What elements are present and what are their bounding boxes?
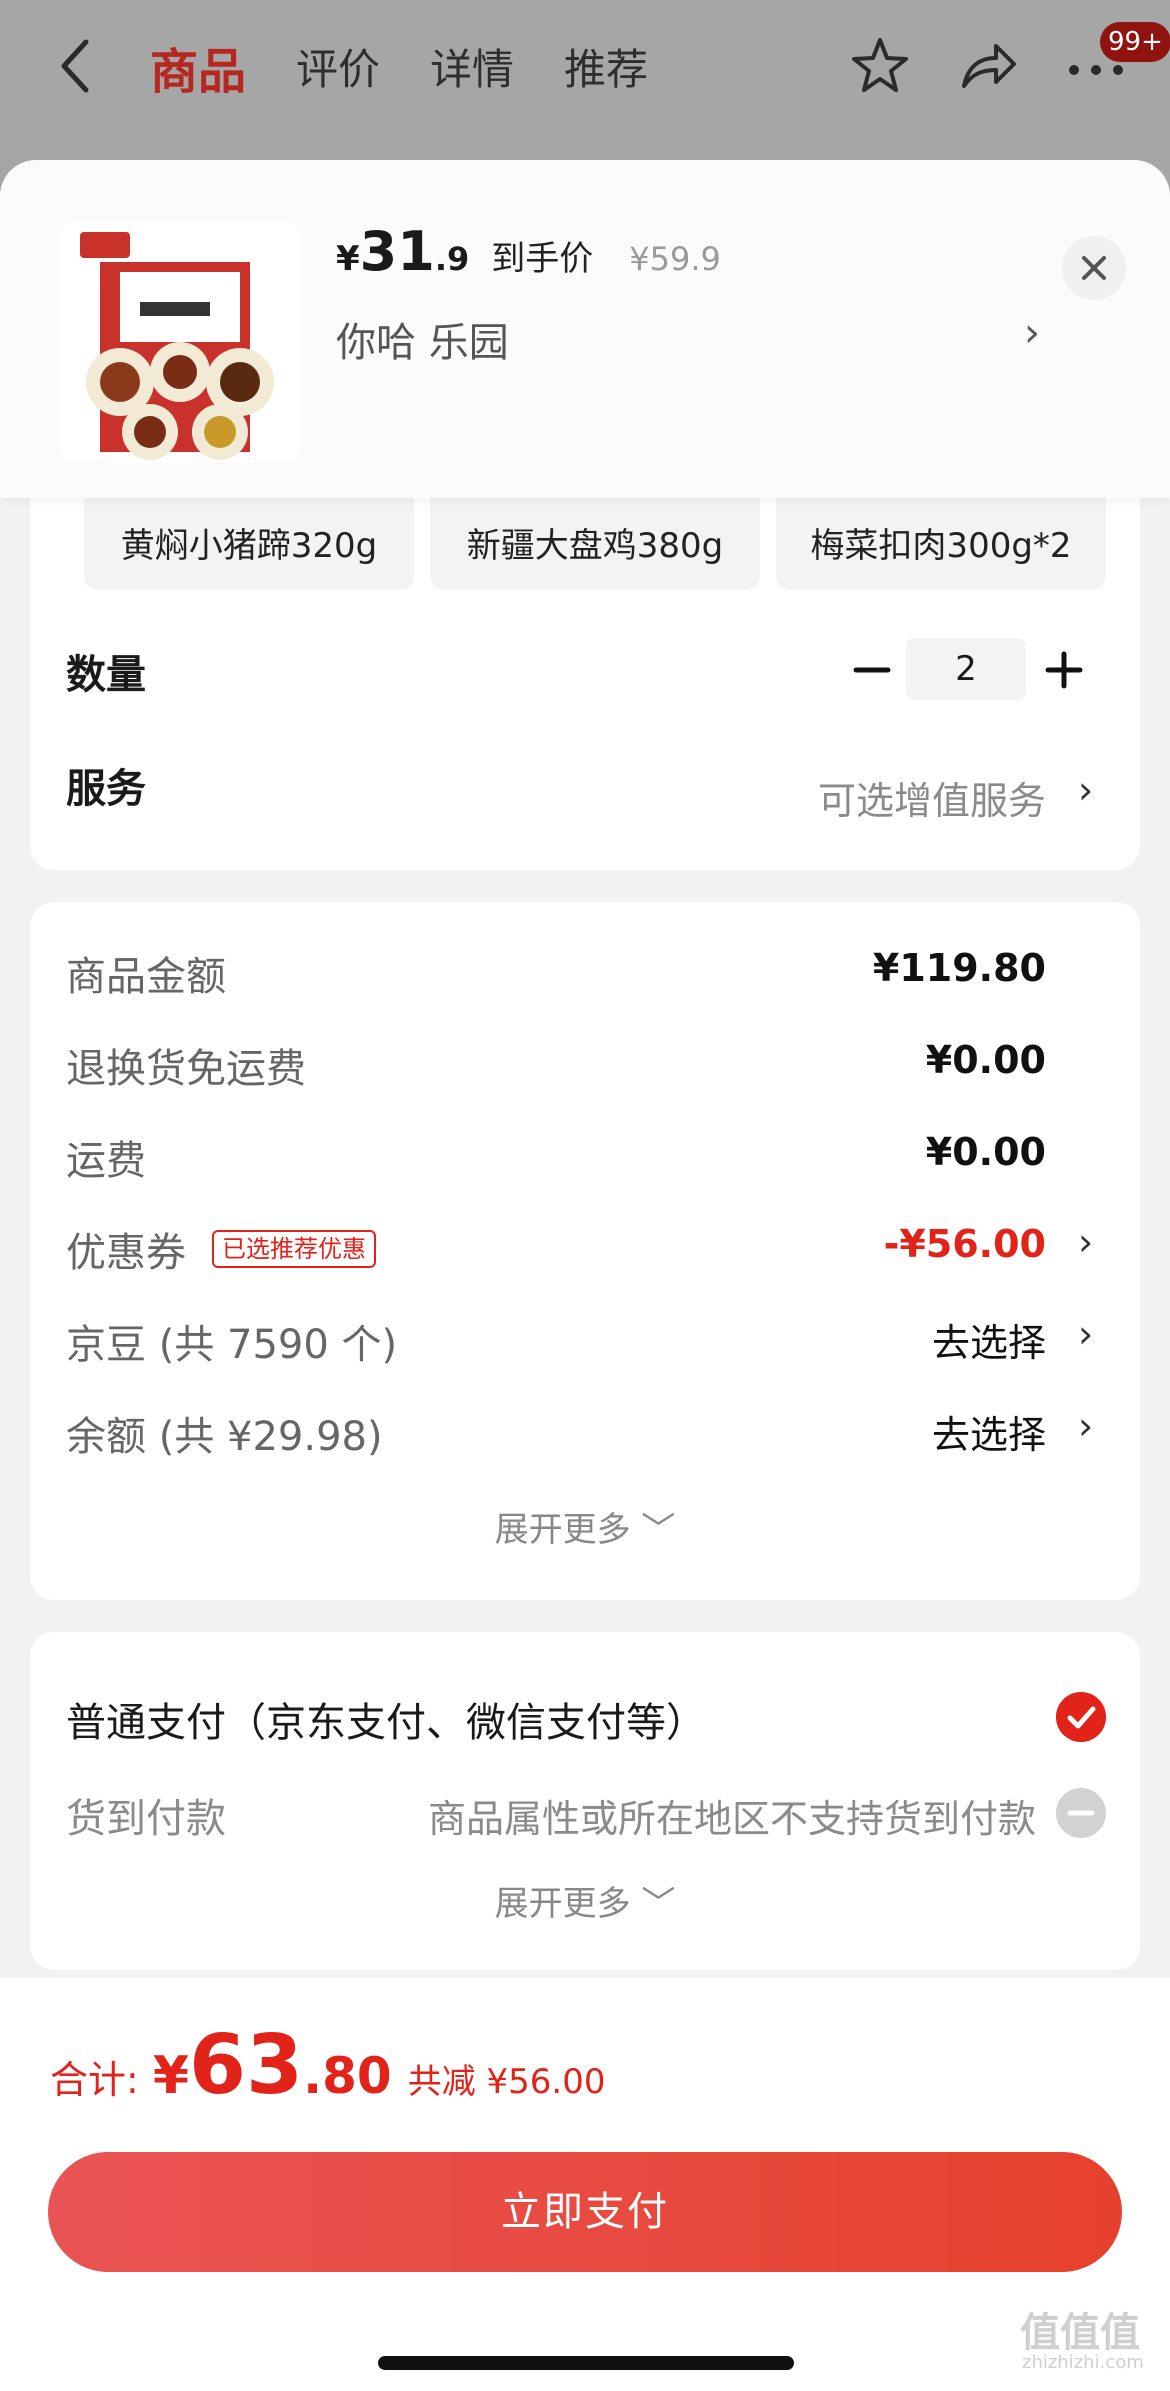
payment-option-cod: 货到付款 [66,1796,226,1842]
price-currency: ¥ [336,239,360,279]
balance-select[interactable]: 去选择 [932,1404,1046,1459]
total-integer: 63 [189,2018,304,2113]
total-currency: ¥ [152,2046,189,2106]
cod-unavailable-note: 商品属性或所在地区不支持货到付款 [427,1797,1036,1841]
service-value[interactable]: 可选增值服务 [818,770,1046,825]
total-price: 合计: ¥ 63 .80 共减 ¥56.00 [50,2018,605,2113]
product-thumbnail [60,222,300,462]
chevron-right-icon[interactable]: › [1078,768,1093,812]
expand-more-link[interactable]: 展开更多 ﹀ [30,1502,1140,1551]
shipping-label: 运费 [66,1138,146,1184]
payment-option-normal[interactable]: 普通支付（京东支付、微信支付等） [66,1690,706,1748]
pay-now-button[interactable]: 立即支付 [48,2152,1122,2272]
payment-method-card: 普通支付（京东支付、微信支付等） 货到付款 商品属性或所在地区不支持货到付款 展… [30,1632,1140,1970]
minus-icon[interactable] [850,648,894,692]
price-decimal: .9 [434,240,470,278]
jingdou-label: 京豆 (共 7590 个) [66,1322,398,1368]
watermark-site: zhizhizhi.com [1022,2352,1144,2373]
total-decimal: .80 [303,2047,392,2105]
price-summary-card: 商品金额 ¥119.80 退换货免运费 ¥0.00 运费 ¥0.00 优惠券 已… [30,902,1140,1600]
original-price: ¥59.9 [629,240,721,278]
option-label: 梅菜扣肉300g*2 [810,526,1072,566]
option-label: 黄焖小猪蹄320g [120,526,378,566]
jingdou-select[interactable]: 去选择 [932,1312,1046,1367]
quantity-input[interactable]: 2 [906,638,1026,700]
checkmark-icon[interactable] [1056,1692,1106,1742]
home-indicator [378,2356,794,2370]
tab-reviews[interactable]: 评价 [296,36,380,97]
tab-product[interactable]: 商品 [150,32,246,102]
goods-amount-label: 商品金额 [66,954,226,1000]
option-label: 新疆大盘鸡380g [466,526,724,566]
total-label: 合计: [50,2058,139,2102]
expand-more-link[interactable]: 展开更多 ﹀ [30,1876,1140,1925]
coupon-value[interactable]: -¥56.00 [884,1222,1046,1266]
price-row: ¥ 31 .9 到手价 ¥59.9 [336,220,721,283]
price-integer: 31 [359,220,435,283]
return-shipping-value: ¥0.00 [925,1038,1046,1082]
disabled-icon [1056,1788,1106,1838]
coupon-label: 优惠券 [66,1230,186,1276]
tab-details[interactable]: 详情 [430,36,514,97]
watermark-logo: 值值值 [1020,2310,1140,2356]
shipping-value: ¥0.00 [925,1130,1046,1174]
message-count-badge: 99+ [1100,22,1170,62]
product-summary-header: ¥ 31 .9 到手价 ¥59.9 你哈 乐园 › [0,160,1170,498]
chevron-right-icon[interactable]: › [1078,1220,1093,1264]
back-arrow-icon[interactable] [56,36,96,96]
total-saved: 共减 ¥56.00 [407,2062,606,2102]
return-shipping-label: 退换货免运费 [66,1046,306,1092]
chevron-right-icon[interactable]: › [1078,1404,1093,1448]
coupon-recommended-tag: 已选推荐优惠 [212,1230,376,1268]
star-icon[interactable] [848,34,912,98]
service-label: 服务 [66,766,146,812]
plus-icon[interactable] [1042,648,1086,692]
quantity-label: 数量 [66,652,146,698]
selected-variant[interactable]: 你哈 乐园 [336,310,509,368]
chevron-right-icon[interactable]: › [1078,1312,1093,1356]
goods-amount-value: ¥119.80 [872,946,1046,990]
price-tag: 到手价 [491,239,594,279]
balance-label: 余额 (共 ¥29.98) [66,1414,383,1460]
checkout-bar: 合计: ¥ 63 .80 共减 ¥56.00 立即支付 [0,1978,1170,2391]
close-icon[interactable] [1062,236,1126,300]
share-icon[interactable] [956,34,1020,98]
tab-recommend[interactable]: 推荐 [564,36,648,97]
chevron-right-icon[interactable]: › [1024,310,1040,356]
